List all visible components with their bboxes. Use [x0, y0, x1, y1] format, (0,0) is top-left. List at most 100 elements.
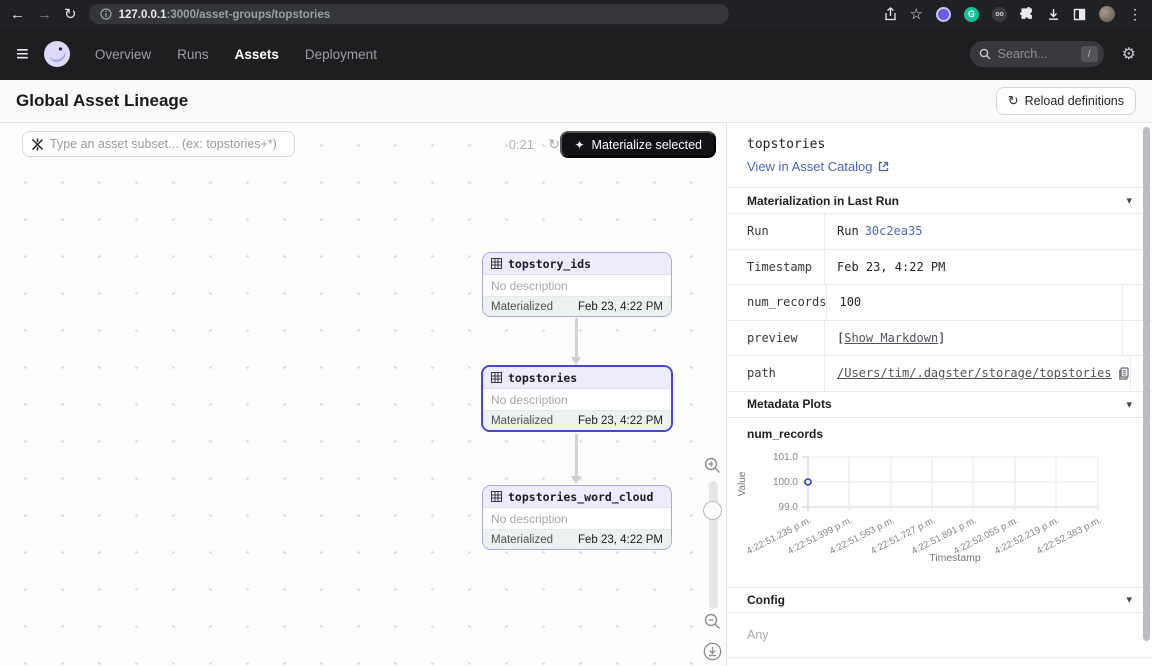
- app-nav: ≡ Overview Runs Assets Deployment Search…: [0, 28, 1152, 80]
- browser-profile-avatar[interactable]: [1099, 6, 1115, 22]
- y-tick-100: 100.0: [773, 477, 798, 488]
- edge-topstories-to-word-cloud: [575, 434, 578, 477]
- timestamp-value: Feb 23, 4:22 PM: [825, 250, 1152, 285]
- asset-node-status: Materialized: [491, 301, 553, 313]
- nav-item-assets[interactable]: Assets: [235, 47, 279, 62]
- url-bar[interactable]: 127.0.0.1:3000/asset-groups/topstories: [89, 4, 729, 24]
- materialize-selected-button[interactable]: ✦ Materialize selected: [560, 131, 716, 158]
- browser-chrome: ← → ↻ 127.0.0.1:3000/asset-groups/topsto…: [0, 0, 1152, 28]
- asset-node-name: topstories_word_cloud: [508, 490, 653, 504]
- download-icon[interactable]: [1047, 8, 1060, 21]
- asset-node-status: Materialized: [491, 415, 553, 427]
- asset-node-timestamp: Feb 23, 4:22 PM: [578, 415, 663, 427]
- table-row-num-records: num_records 100: [727, 285, 1152, 321]
- asset-node-topstories[interactable]: topstories No description Materialized F…: [481, 365, 673, 432]
- refresh-timer: 0:21: [509, 137, 534, 152]
- materialize-selected-label: Materialize selected: [592, 138, 702, 152]
- asset-node-description: No description: [483, 389, 671, 410]
- row-key: num_records: [727, 285, 827, 320]
- panel-asset-name: topstories: [747, 137, 1152, 152]
- browser-reload-icon[interactable]: ↻: [64, 7, 77, 22]
- run-id-link[interactable]: 30c2ea35: [865, 224, 923, 238]
- reload-definitions-icon: ↻: [1008, 93, 1019, 109]
- global-search-input[interactable]: Search... /: [970, 41, 1104, 67]
- table-icon: [491, 372, 502, 383]
- caret-down-icon: ▾: [1126, 194, 1132, 207]
- reload-definitions-label: Reload definitions: [1025, 94, 1124, 108]
- zoom-in-icon[interactable]: [704, 457, 721, 474]
- asset-subset-filter[interactable]: [22, 131, 295, 157]
- browser-forward-icon[interactable]: →: [37, 7, 52, 22]
- run-prefix: Run: [837, 224, 859, 238]
- metadata-plot-name: num_records: [747, 427, 1152, 441]
- path-link[interactable]: /Users/tim/.dagster/storage/topstories: [837, 366, 1112, 380]
- graph-refresh-icon[interactable]: ↻: [548, 136, 560, 153]
- section-type[interactable]: Type ▾: [727, 658, 1152, 666]
- dagster-logo[interactable]: [43, 40, 71, 68]
- chart-ylabel: Value: [737, 471, 748, 496]
- table-row-timestamp: Timestamp Feb 23, 4:22 PM: [727, 250, 1152, 286]
- bracket: ]: [938, 331, 945, 345]
- asset-node-topstory-ids[interactable]: topstory_ids No description Materialized…: [482, 252, 672, 317]
- data-point[interactable]: [805, 479, 811, 485]
- asset-node-description: No description: [483, 508, 671, 529]
- asset-node-status: Materialized: [491, 534, 553, 546]
- fit-view-icon[interactable]: [703, 642, 722, 661]
- materialization-table: Run Run30c2ea35 Timestamp Feb 23, 4:22 P…: [727, 213, 1152, 392]
- nav-item-runs[interactable]: Runs: [177, 47, 209, 62]
- page-header: Global Asset Lineage ↻ Reload definition…: [0, 80, 1152, 123]
- y-tick-99: 99.0: [779, 502, 799, 513]
- show-markdown-link[interactable]: Show Markdown: [844, 331, 938, 345]
- reading-mode-icon[interactable]: [1073, 8, 1086, 21]
- nav-item-overview[interactable]: Overview: [95, 47, 151, 62]
- view-in-asset-catalog-link[interactable]: View in Asset Catalog: [747, 159, 889, 174]
- grammarly-extension-icon[interactable]: G: [964, 7, 979, 22]
- share-icon[interactable]: [884, 7, 897, 21]
- section-materialization-last-run[interactable]: Materialization in Last Run ▾: [727, 187, 1152, 213]
- row-key: preview: [727, 321, 825, 356]
- asset-node-timestamp: Feb 23, 4:22 PM: [578, 534, 663, 546]
- table-icon: [491, 491, 502, 502]
- settings-gear-icon[interactable]: ⚙: [1122, 44, 1136, 64]
- section-title: Metadata Plots: [747, 397, 832, 411]
- glasses-extension-icon[interactable]: oo: [992, 7, 1007, 22]
- asset-node-name: topstories: [508, 371, 577, 385]
- search-icon: [979, 48, 991, 60]
- caret-down-icon: ▾: [1126, 398, 1132, 411]
- asset-subset-input[interactable]: [50, 137, 286, 151]
- asset-node-timestamp: Feb 23, 4:22 PM: [578, 301, 663, 313]
- zoom-slider-handle[interactable]: [703, 501, 722, 520]
- panel-scrollbar[interactable]: [1143, 127, 1150, 641]
- row-key: path: [727, 356, 825, 391]
- num-records-value: 100: [827, 285, 1122, 320]
- asset-node-description: No description: [483, 275, 671, 296]
- search-placeholder: Search...: [998, 47, 1074, 61]
- hamburger-menu-icon[interactable]: ≡: [16, 45, 29, 63]
- asset-graph-canvas[interactable]: 0:21 ↻ ✦ Materialize selected topstory_i…: [0, 123, 726, 666]
- reload-definitions-button[interactable]: ↻ Reload definitions: [996, 87, 1136, 115]
- edge-topstory-ids-to-topstories: [575, 318, 578, 358]
- zoom-out-icon[interactable]: [704, 613, 721, 630]
- puzzle-extensions-icon[interactable]: [1020, 7, 1034, 21]
- config-value: Any: [727, 613, 1152, 658]
- sparkle-icon: ✦: [574, 138, 584, 152]
- section-metadata-plots[interactable]: Metadata Plots ▾: [727, 392, 1152, 418]
- nav-item-deployment[interactable]: Deployment: [305, 47, 377, 62]
- site-info-icon[interactable]: [100, 8, 112, 20]
- copy-path-icon[interactable]: [1118, 367, 1130, 380]
- catalog-link-label: View in Asset Catalog: [747, 159, 873, 174]
- browser-back-icon[interactable]: ←: [10, 7, 25, 22]
- num-records-chart: 101.0 100.0 99.0 Value Timestamp 4:22:51…: [733, 446, 1152, 587]
- password-extension-icon[interactable]: [936, 7, 951, 22]
- browser-menu-icon[interactable]: ⋮: [1128, 7, 1142, 21]
- asset-node-name: topstory_ids: [508, 257, 591, 271]
- section-config[interactable]: Config ▾: [727, 587, 1152, 613]
- screen: ← → ↻ 127.0.0.1:3000/asset-groups/topsto…: [0, 0, 1152, 666]
- page-title: Global Asset Lineage: [16, 91, 188, 111]
- section-title: Materialization in Last Run: [747, 194, 899, 208]
- op-selector-icon: [31, 138, 44, 151]
- asset-node-topstories-word-cloud[interactable]: topstories_word_cloud No description Mat…: [482, 485, 672, 550]
- bookmark-star-icon[interactable]: ☆: [910, 7, 923, 22]
- bracket: [: [837, 331, 844, 345]
- browser-toolbar-icons: ☆ G oo ⋮: [884, 6, 1142, 22]
